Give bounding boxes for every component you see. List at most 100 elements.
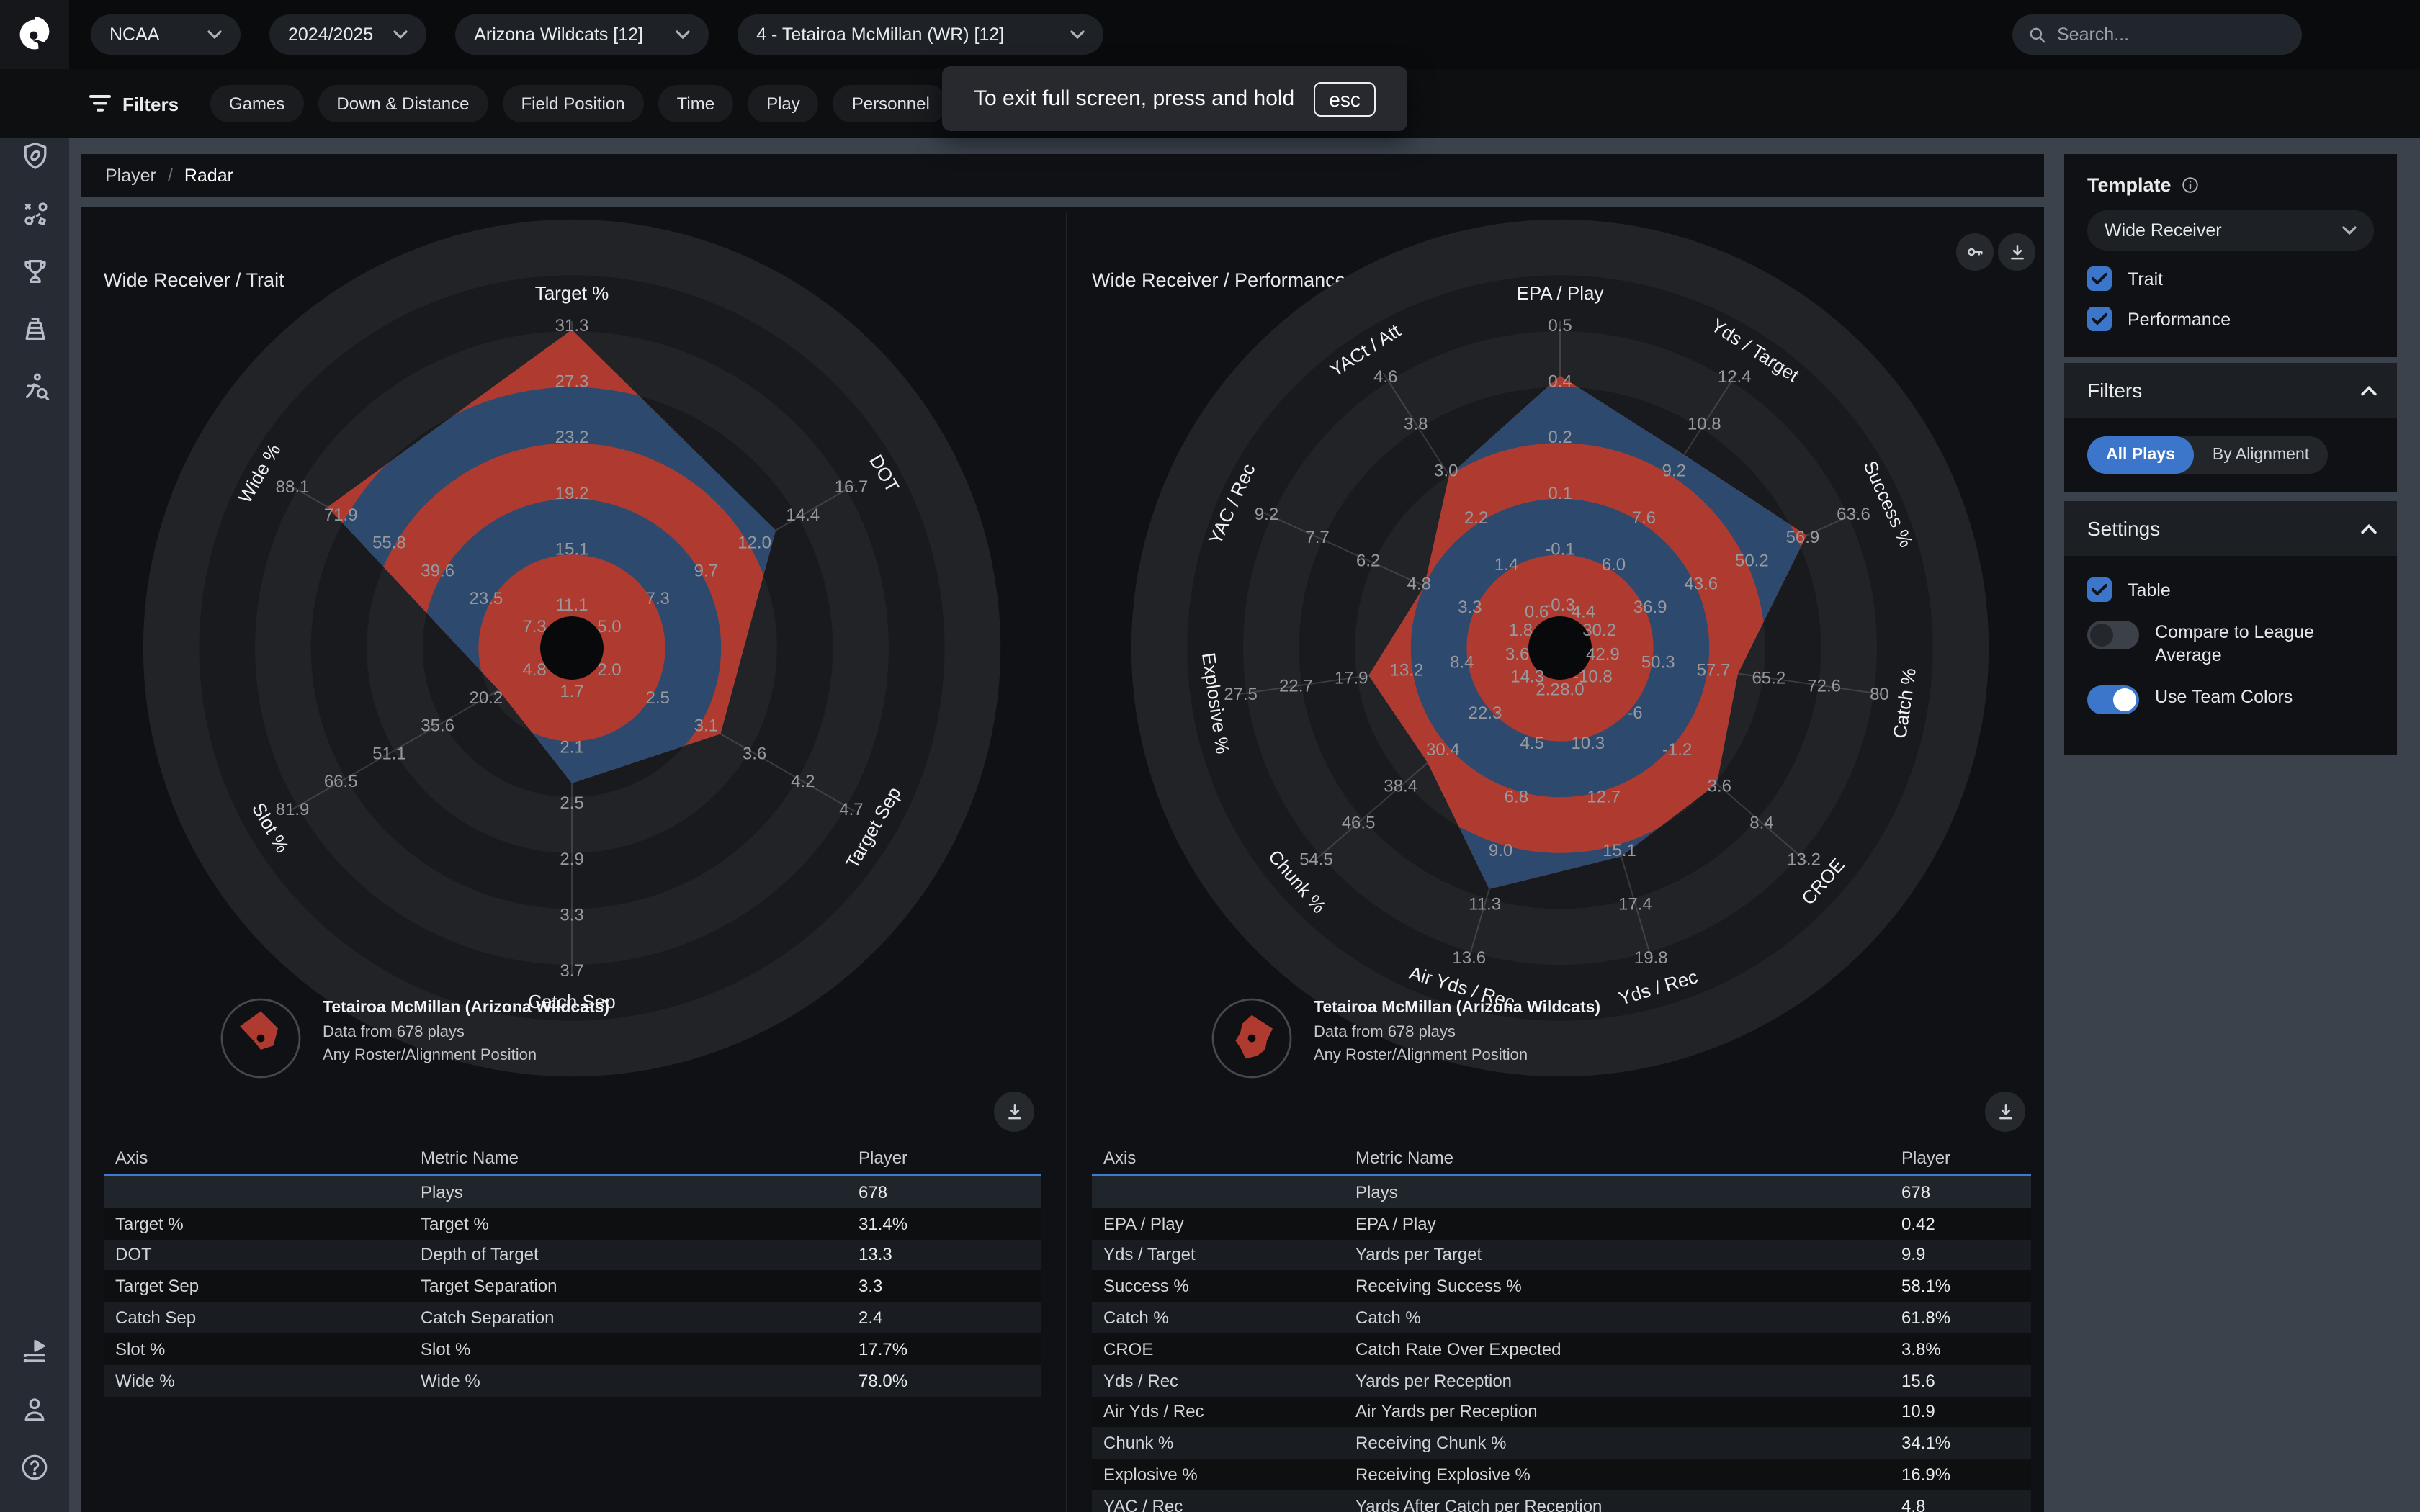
filter-chip-games[interactable]: Games	[210, 85, 303, 122]
team-colors-toggle-row[interactable]: Use Team Colors	[2064, 667, 2397, 714]
table-checkbox-row[interactable]: Table	[2064, 556, 2397, 602]
table-row[interactable]: YAC / RecYards After Catch per Reception…	[1092, 1490, 2031, 1512]
table-checkbox-label: Table	[2128, 580, 2171, 600]
sidebar-item-scouting[interactable]	[0, 357, 69, 415]
sidebar-item-plays[interactable]	[0, 184, 69, 242]
template-title: Template	[2087, 174, 2172, 196]
breadcrumb: Player / Radar	[81, 154, 2044, 197]
svg-text:80: 80	[1870, 685, 1889, 704]
legend-player-name: Tetairoa McMillan (Arizona Wildcats)	[1314, 999, 1600, 1017]
filter-chip-personnel[interactable]: Personnel	[833, 85, 949, 122]
compare-league-toggle[interactable]	[2087, 621, 2139, 649]
chevron-down-icon	[393, 30, 408, 39]
filter-chip-play[interactable]: Play	[748, 85, 819, 122]
table-row[interactable]: EPA / PlayEPA / Play0.42	[1092, 1208, 2031, 1240]
trait-checkbox[interactable]	[2087, 266, 2112, 291]
svg-text:2.2: 2.2	[1464, 508, 1488, 528]
by-alignment-segment[interactable]: By Alignment	[2194, 446, 2328, 464]
table-row[interactable]: Chunk %Receiving Chunk %34.1%	[1092, 1428, 2031, 1459]
column-header[interactable]: Player	[1890, 1148, 2031, 1168]
table-row[interactable]: Explosive %Receiving Explosive %16.9%	[1092, 1459, 2031, 1490]
table-row[interactable]: Air Yds / RecAir Yards per Reception10.9	[1092, 1396, 2031, 1428]
svg-text:9.2: 9.2	[1255, 505, 1278, 524]
filter-chip-field-position[interactable]: Field Position	[503, 85, 644, 122]
svg-text:4.8: 4.8	[522, 660, 546, 680]
performance-checkbox[interactable]	[2087, 307, 2112, 331]
sidebar-item-combine[interactable]	[0, 300, 69, 357]
svg-text:9.0: 9.0	[1489, 841, 1512, 860]
table-cell: Plays	[409, 1182, 847, 1202]
sidebar-item-help[interactable]	[0, 1439, 69, 1496]
season-dropdown[interactable]: 2024/2025	[269, 14, 426, 55]
breadcrumb-player[interactable]: Player	[105, 166, 156, 186]
trait-checkbox-row[interactable]: Trait	[2064, 251, 2397, 291]
compare-toggle-row[interactable]: Compare to League Average	[2064, 602, 2397, 667]
download-table-button[interactable]	[994, 1092, 1034, 1132]
filter-chip-down-distance[interactable]: Down & Distance	[318, 85, 488, 122]
info-icon[interactable]	[2182, 176, 2200, 194]
column-header[interactable]: Axis	[104, 1148, 409, 1168]
sidebar-item-profile[interactable]	[0, 1381, 69, 1439]
download-table-button[interactable]	[1985, 1092, 2025, 1132]
table-row[interactable]: Wide %Wide %78.0%	[104, 1365, 1041, 1397]
table-checkbox[interactable]	[2087, 577, 2112, 602]
template-dropdown[interactable]: Wide Receiver	[2087, 210, 2374, 251]
svg-text:3.6: 3.6	[743, 744, 766, 763]
table-row[interactable]: Slot %Slot %17.7%	[104, 1333, 1041, 1365]
table-row[interactable]: Yds / TargetYards per Target9.9	[1092, 1239, 2031, 1271]
table-cell: Slot %	[104, 1339, 409, 1359]
league-dropdown[interactable]: NCAA	[91, 14, 241, 55]
table-row[interactable]: Catch SepCatch Separation2.4	[104, 1302, 1041, 1333]
column-header[interactable]: Player	[847, 1148, 1041, 1168]
player-dropdown[interactable]: 4 - Tetairoa McMillan (WR) [12]	[738, 14, 1103, 55]
settings-section-header[interactable]: Settings	[2064, 501, 2397, 556]
table-row[interactable]: Success %Receiving Success %58.1%	[1092, 1271, 2031, 1302]
table-cell: Catch Rate Over Expected	[1344, 1339, 1890, 1359]
column-header[interactable]: Axis	[1092, 1148, 1344, 1168]
table-cell: 3.3	[847, 1277, 1041, 1297]
svg-text:50.2: 50.2	[1735, 551, 1769, 570]
filters-button[interactable]: Filters	[89, 93, 179, 114]
performance-checkbox-row[interactable]: Performance	[2064, 291, 2397, 331]
svg-text:23.5: 23.5	[469, 589, 503, 608]
svg-text:2.5: 2.5	[560, 793, 583, 813]
all-plays-segment[interactable]: All Plays	[2087, 436, 2194, 474]
table-row[interactable]: Catch %Catch %61.8%	[1092, 1302, 2031, 1333]
season-dropdown-value: 2024/2025	[288, 24, 373, 45]
svg-text:13.6: 13.6	[1452, 948, 1486, 968]
table-row[interactable]: Plays678	[104, 1176, 1041, 1208]
column-header[interactable]: Metric Name	[1344, 1148, 1890, 1168]
table-row[interactable]: Plays678	[1092, 1176, 2031, 1208]
team-colors-toggle[interactable]	[2087, 685, 2139, 714]
svg-text:-0.1: -0.1	[1545, 539, 1574, 559]
svg-text:36.9: 36.9	[1634, 598, 1667, 617]
sidebar-item-trophy[interactable]	[0, 242, 69, 300]
svg-text:27.3: 27.3	[555, 372, 589, 392]
svg-text:4.8: 4.8	[1407, 575, 1431, 594]
table-cell: Explosive %	[1092, 1464, 1344, 1485]
column-header[interactable]: Metric Name	[409, 1148, 847, 1168]
table-row[interactable]: Yds / RecYards per Reception15.6	[1092, 1365, 2031, 1397]
search-input[interactable]: Search...	[2012, 14, 2302, 55]
table-row[interactable]: Target %Target %31.4%	[104, 1208, 1041, 1240]
table-cell: 3.8%	[1890, 1339, 2031, 1359]
app-logo[interactable]	[0, 0, 69, 69]
table-cell: 61.8%	[1890, 1308, 2031, 1328]
svg-text:35.6: 35.6	[421, 716, 454, 736]
table-row[interactable]: CROECatch Rate Over Expected3.8%	[1092, 1333, 2031, 1365]
table-cell: Yards After Catch per Reception	[1344, 1496, 1890, 1512]
svg-text:3.3: 3.3	[1458, 598, 1482, 617]
sidebar-item-playlists[interactable]	[0, 1323, 69, 1381]
table-header: AxisMetric NamePlayer	[104, 1142, 1041, 1176]
filters-section-header[interactable]: Filters	[2064, 363, 2397, 418]
table-cell: YAC / Rec	[1092, 1496, 1344, 1512]
table-row[interactable]: Target SepTarget Separation3.3	[104, 1271, 1041, 1302]
filter-chip-time[interactable]: Time	[658, 85, 733, 122]
svg-text:14.4: 14.4	[786, 505, 820, 525]
svg-text:16.7: 16.7	[835, 477, 869, 497]
team-dropdown[interactable]: Arizona Wildcats [12]	[455, 14, 709, 55]
table-row[interactable]: DOTDepth of Target13.3	[104, 1239, 1041, 1271]
svg-text:6.2: 6.2	[1356, 551, 1380, 570]
table-cell: 34.1%	[1890, 1434, 2031, 1454]
svg-text:14.3: 14.3	[1510, 667, 1544, 686]
